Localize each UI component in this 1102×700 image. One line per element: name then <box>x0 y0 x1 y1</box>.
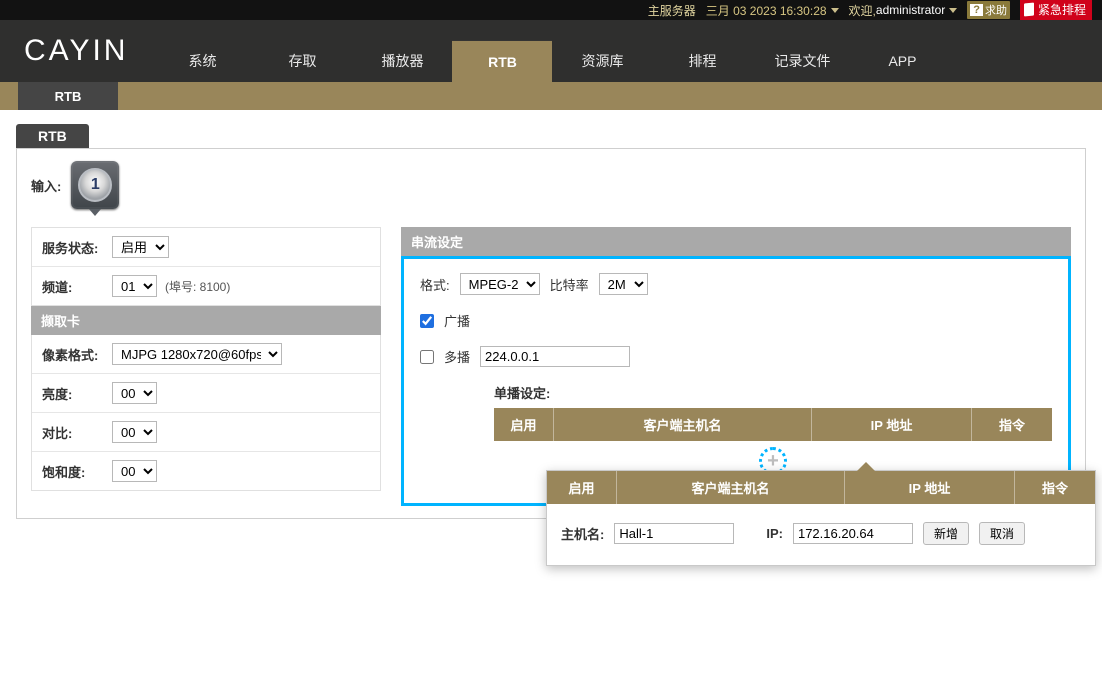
datetime[interactable]: 三月 03 2023 16:30:28 <box>706 2 839 19</box>
nav-tab-access[interactable]: 存取 <box>252 40 352 82</box>
question-icon: ? <box>970 4 983 16</box>
pixfmt-label: 像素格式: <box>42 345 112 364</box>
nav-tab-rtb[interactable]: RTB <box>452 40 552 82</box>
stream-head: 串流设定 <box>401 227 1071 256</box>
nav-tab-schedule[interactable]: 排程 <box>652 40 752 82</box>
col-cmd: 指令 <box>1015 471 1095 504</box>
sub-nav: RTB <box>0 82 1102 110</box>
welcome-user[interactable]: 欢迎, administrator <box>849 2 958 19</box>
multicast-checkbox[interactable] <box>420 350 434 364</box>
hostname-input[interactable] <box>614 523 734 544</box>
nav-tab-resources[interactable]: 资源库 <box>552 40 652 82</box>
chevron-down-icon <box>89 209 101 216</box>
ip-input[interactable] <box>793 523 913 544</box>
broadcast-checkbox[interactable] <box>420 314 434 328</box>
port-note: (埠号: 8100) <box>165 278 230 295</box>
col-ip: IP 地址 <box>812 408 972 441</box>
col-cmd: 指令 <box>972 408 1052 441</box>
col-host: 客户端主机名 <box>617 471 845 504</box>
service-status-select[interactable]: 启用 <box>112 236 169 258</box>
stream-settings: 格式: MPEG-2 比特率 2M 广播 <box>401 256 1071 506</box>
channel-select[interactable]: 01 <box>112 275 157 297</box>
hostname-label: 主机名: <box>561 524 604 543</box>
top-bar: 主服务器 三月 03 2023 16:30:28 欢迎, administrat… <box>0 0 1102 20</box>
col-ip: IP 地址 <box>845 471 1015 504</box>
nav-tab-system[interactable]: 系统 <box>152 40 252 82</box>
col-enable: 启用 <box>547 471 617 504</box>
server-selector[interactable]: 主服务器 <box>648 2 696 19</box>
cancel-button[interactable]: 取消 <box>979 522 1025 545</box>
bitrate-select[interactable]: 2M <box>599 273 648 295</box>
unicast-header: 启用 客户端主机名 IP 地址 指令 <box>494 408 1052 441</box>
page-title: RTB <box>16 124 89 148</box>
brightness-select[interactable]: 00 <box>112 382 157 404</box>
multicast-ip-input[interactable] <box>480 346 630 367</box>
bitrate-label: 比特率 <box>550 275 589 294</box>
add-unicast-popover: 启用 客户端主机名 IP 地址 指令 主机名: IP: <box>546 470 1096 566</box>
service-status-label: 服务状态: <box>42 238 112 257</box>
help-button[interactable]: ?求助 <box>967 1 1010 19</box>
channel-label: 频道: <box>42 277 112 296</box>
input-number: 1 <box>78 168 112 202</box>
col-enable: 启用 <box>494 408 554 441</box>
nav-bar: CAYIN 系统 存取 播放器 RTB 资源库 排程 记录文件 APP <box>0 20 1102 82</box>
capture-card-head: 撷取卡 <box>31 306 381 335</box>
input-selector[interactable]: 1 <box>71 161 119 209</box>
saturation-select[interactable]: 00 <box>112 460 157 482</box>
saturation-label: 饱和度: <box>42 462 112 481</box>
chevron-down-icon <box>831 8 839 13</box>
input-label: 输入: <box>31 176 61 195</box>
rtb-card: 输入: 1 服务状态: 启用 <box>16 148 1086 519</box>
logo: CAYIN <box>0 34 152 82</box>
col-host: 客户端主机名 <box>554 408 812 441</box>
brightness-label: 亮度: <box>42 384 112 403</box>
ip-label: IP: <box>766 526 783 541</box>
nav-tab-player[interactable]: 播放器 <box>352 40 452 82</box>
contrast-label: 对比: <box>42 423 112 442</box>
nav-tab-logs[interactable]: 记录文件 <box>752 40 852 82</box>
popover-header: 启用 客户端主机名 IP 地址 指令 <box>547 471 1095 504</box>
format-select[interactable]: MPEG-2 <box>460 273 540 295</box>
multicast-label: 多播 <box>444 347 470 366</box>
emergency-button[interactable]: 紧急排程 <box>1020 0 1092 20</box>
add-button[interactable]: 新增 <box>923 522 969 545</box>
format-label: 格式: <box>420 275 450 294</box>
chevron-down-icon <box>949 8 957 13</box>
broadcast-label: 广播 <box>444 311 470 330</box>
contrast-select[interactable]: 00 <box>112 421 157 443</box>
pixfmt-select[interactable]: MJPG 1280x720@60fps <box>112 343 282 365</box>
unicast-title: 单播设定: <box>494 383 1052 402</box>
nav-tab-app[interactable]: APP <box>852 40 952 82</box>
subnav-tab-rtb[interactable]: RTB <box>18 82 118 110</box>
